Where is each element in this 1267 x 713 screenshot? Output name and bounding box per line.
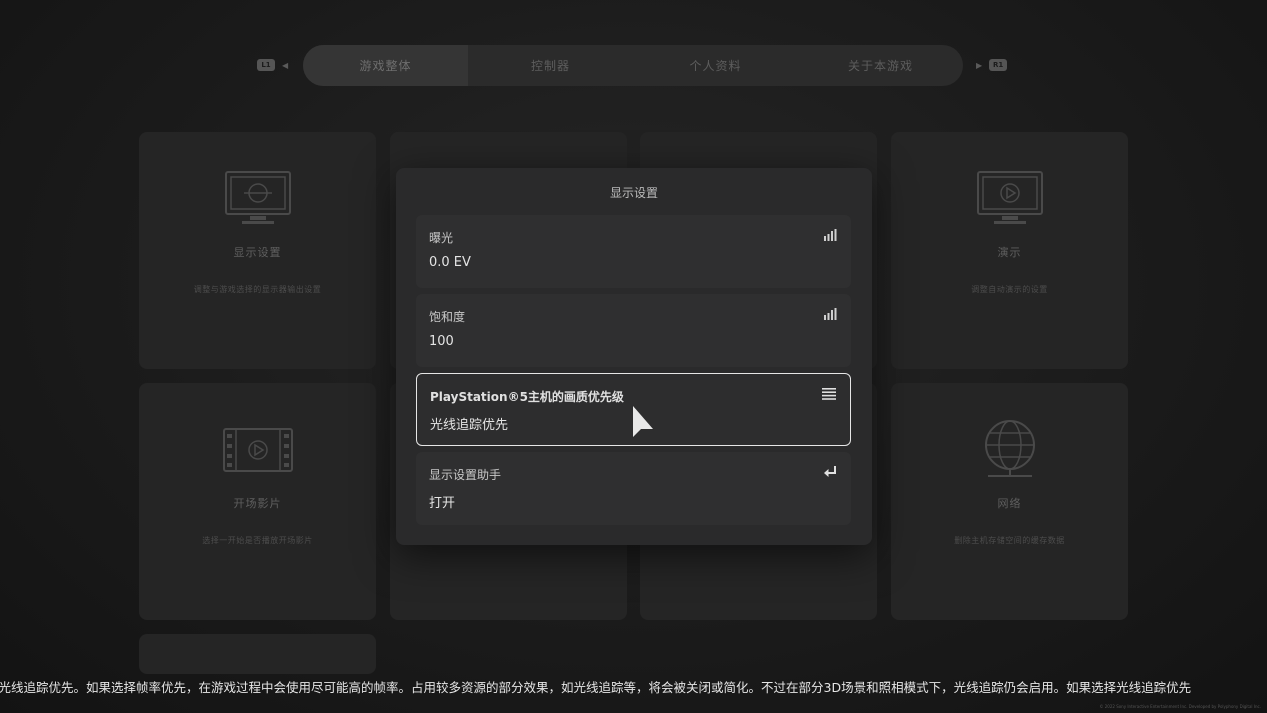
- setting-value: 100: [429, 334, 454, 349]
- list-icon: [822, 388, 836, 400]
- arrow-left-icon: ◀: [282, 60, 289, 70]
- setting-display-assistant[interactable]: 显示设置助手 打开: [416, 452, 851, 525]
- setting-label: 饱和度: [429, 310, 466, 324]
- tab-controller[interactable]: 控制器: [468, 45, 633, 86]
- card-title: 显示设置: [233, 246, 282, 259]
- setting-label: PlayStation®5主机的画质优先级: [430, 390, 624, 404]
- arrow-right-icon: ▶: [976, 60, 983, 70]
- setting-label: 曝光: [429, 231, 454, 245]
- setting-exposure[interactable]: 曝光 0.0 EV: [416, 215, 851, 288]
- card-title: 网络: [997, 497, 1022, 510]
- card-desc: 调整与游戏选择的显示器输出设置: [193, 285, 322, 294]
- card-network[interactable]: 网络 删除主机存储空间的缓存数据: [891, 383, 1128, 620]
- slider-bars-icon: [824, 229, 837, 241]
- tab-profile[interactable]: 个人资料: [633, 45, 798, 86]
- monitor-icon: [224, 171, 291, 224]
- copyright-notice: © 2022 Sony Interactive Entertainment In…: [1099, 704, 1261, 709]
- monitor-play-icon: [976, 171, 1043, 224]
- setting-saturation[interactable]: 饱和度 100: [416, 294, 851, 367]
- card-opening-movie[interactable]: 开场影片 选择一开始是否播放开场影片: [139, 383, 376, 620]
- display-settings-dialog: 显示设置 曝光 0.0 EV 饱和度 100 PlayStation®5主机的画…: [396, 168, 872, 545]
- card-demo[interactable]: 演示 调整自动演示的设置: [891, 132, 1128, 369]
- card-desc: 调整自动演示的设置: [971, 285, 1048, 294]
- globe-icon: [984, 420, 1035, 477]
- setting-value: 0.0 EV: [429, 255, 471, 270]
- card-display-settings[interactable]: 显示设置 调整与游戏选择的显示器输出设置: [139, 132, 376, 369]
- card-title: 演示: [997, 246, 1022, 259]
- pointer-cursor-icon: [633, 406, 653, 437]
- card-desc: 删除主机存储空间的缓存数据: [954, 536, 1065, 545]
- card-desc: 选择一开始是否播放开场影片: [202, 536, 313, 545]
- card-partial[interactable]: [139, 634, 376, 674]
- tab-next-hint[interactable]: ▶ R1: [976, 59, 1008, 71]
- r1-button-icon: R1: [989, 59, 1008, 71]
- tab-prev-hint[interactable]: L1 ◀: [257, 59, 288, 71]
- help-ticker: 是光线追踪优先。如果选择帧率优先，在游戏过程中会使用尽可能高的帧率。占用较多资源…: [0, 677, 1267, 697]
- slider-bars-icon: [824, 308, 837, 320]
- setting-value: 打开: [429, 496, 456, 511]
- enter-icon: [824, 466, 836, 477]
- setting-label: 显示设置助手: [429, 468, 502, 482]
- tab-about[interactable]: 关于本游戏: [798, 45, 963, 86]
- card-title: 开场影片: [233, 497, 282, 510]
- film-icon: [222, 428, 293, 472]
- tab-general[interactable]: 游戏整体: [303, 45, 468, 86]
- dialog-title: 显示设置: [609, 186, 658, 200]
- setting-value: 光线追踪优先: [430, 418, 509, 433]
- tab-bar: 游戏整体 控制器 个人资料 关于本游戏: [303, 45, 963, 86]
- l1-button-icon: L1: [257, 59, 275, 71]
- help-ticker-text: 是光线追踪优先。如果选择帧率优先，在游戏过程中会使用尽可能高的帧率。占用较多资源…: [0, 680, 1192, 695]
